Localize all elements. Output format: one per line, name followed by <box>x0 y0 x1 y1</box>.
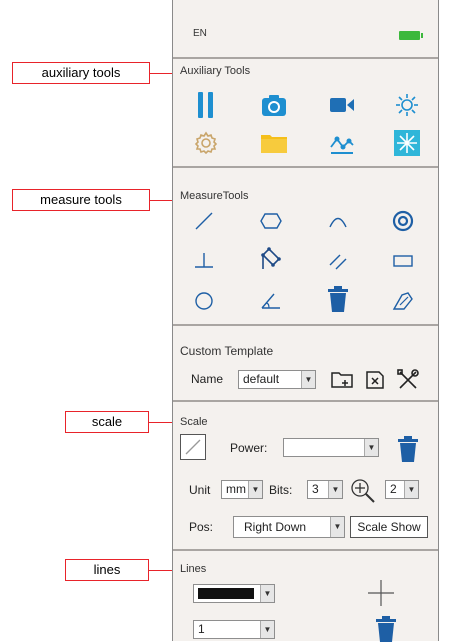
tool-panel: EN Auxiliary Tools MeasureTools Custom T… <box>172 0 439 644</box>
power-select[interactable]: ▼ <box>283 438 379 457</box>
lines-title: Lines <box>180 563 207 575</box>
position-value: Right Down <box>244 520 307 534</box>
new-folder-icon[interactable] <box>327 365 357 395</box>
position-select[interactable]: Right Down ▼ <box>233 516 345 538</box>
brightness-icon[interactable] <box>392 90 422 120</box>
scale-line-button[interactable] <box>180 434 206 460</box>
callout-scale: scale <box>65 411 149 433</box>
language-label[interactable]: EN <box>193 28 207 39</box>
divider <box>173 400 438 402</box>
delete-line-icon[interactable] <box>371 614 401 644</box>
chevron-down-icon: ▼ <box>404 481 418 498</box>
callout-auxiliary-tools: auxiliary tools <box>12 62 150 84</box>
chevron-down-icon: ▼ <box>260 585 274 602</box>
delete-icon[interactable] <box>323 284 353 314</box>
line-width-value: 1 <box>198 622 205 636</box>
chevron-down-icon: ▼ <box>330 517 344 537</box>
chevron-down-icon: ▼ <box>260 621 274 638</box>
chevron-down-icon: ▼ <box>328 481 342 498</box>
power-label: Power: <box>230 441 268 455</box>
zoom-select[interactable]: 2 ▼ <box>385 480 419 499</box>
line-color-swatch <box>198 588 254 599</box>
custom-template-title: Custom Template <box>180 344 274 358</box>
delete-template-icon[interactable] <box>360 365 390 395</box>
line-width-select[interactable]: 1 ▼ <box>193 620 275 639</box>
zoom-in-icon[interactable] <box>348 476 378 506</box>
scale-show-button[interactable]: Scale Show <box>350 516 428 538</box>
divider <box>173 57 438 59</box>
scale-title: Scale <box>180 416 208 428</box>
bits-select[interactable]: 3 ▼ <box>307 480 343 499</box>
video-camera-icon[interactable] <box>327 90 357 120</box>
angle-icon[interactable] <box>256 286 286 316</box>
snowflake-icon[interactable] <box>392 128 422 158</box>
measure-tools-title: MeasureTools <box>180 190 249 202</box>
delete-scale-icon[interactable] <box>393 434 423 464</box>
curve-icon[interactable] <box>327 128 357 158</box>
zoom-value: 2 <box>390 482 397 496</box>
pos-label: Pos: <box>189 520 214 534</box>
line-icon[interactable] <box>189 206 219 236</box>
freehand-polygon-icon[interactable] <box>388 286 418 316</box>
pause-icon[interactable] <box>191 90 221 120</box>
callout-lines: lines <box>65 559 149 581</box>
settings-icon[interactable] <box>191 128 221 158</box>
template-name-select[interactable]: default ▼ <box>238 370 316 389</box>
circle-icon[interactable] <box>189 286 219 316</box>
chevron-down-icon: ▼ <box>364 439 378 456</box>
rectangle-icon[interactable] <box>388 246 418 276</box>
name-label: Name <box>191 372 224 386</box>
rotated-rectangle-icon[interactable] <box>256 244 286 274</box>
tools-icon[interactable] <box>393 365 423 395</box>
circle-at-icon[interactable] <box>388 206 418 236</box>
line-color-select[interactable]: ▼ <box>193 584 275 603</box>
chevron-down-icon: ▼ <box>301 371 315 388</box>
auxiliary-tools-title: Auxiliary Tools <box>180 65 251 77</box>
battery-icon <box>399 31 423 40</box>
arc-icon[interactable] <box>323 206 353 236</box>
folder-icon[interactable] <box>259 128 289 158</box>
crosshair-icon[interactable] <box>366 578 396 608</box>
chevron-down-icon: ▼ <box>248 481 262 498</box>
camera-icon[interactable] <box>259 90 289 120</box>
unit-label: Unit <box>189 483 211 497</box>
divider <box>173 324 438 326</box>
perpendicular-icon[interactable] <box>189 246 219 276</box>
divider <box>173 166 438 168</box>
callout-measure-tools: measure tools <box>12 189 150 211</box>
unit-select[interactable]: mm ▼ <box>221 480 263 499</box>
parallel-icon[interactable] <box>323 246 353 276</box>
divider <box>173 549 438 551</box>
unit-value: mm <box>226 482 246 496</box>
polygon-icon[interactable] <box>256 206 286 236</box>
template-name-value: default <box>243 372 280 386</box>
bits-value: 3 <box>312 482 319 496</box>
bits-label: Bits: <box>269 483 293 497</box>
